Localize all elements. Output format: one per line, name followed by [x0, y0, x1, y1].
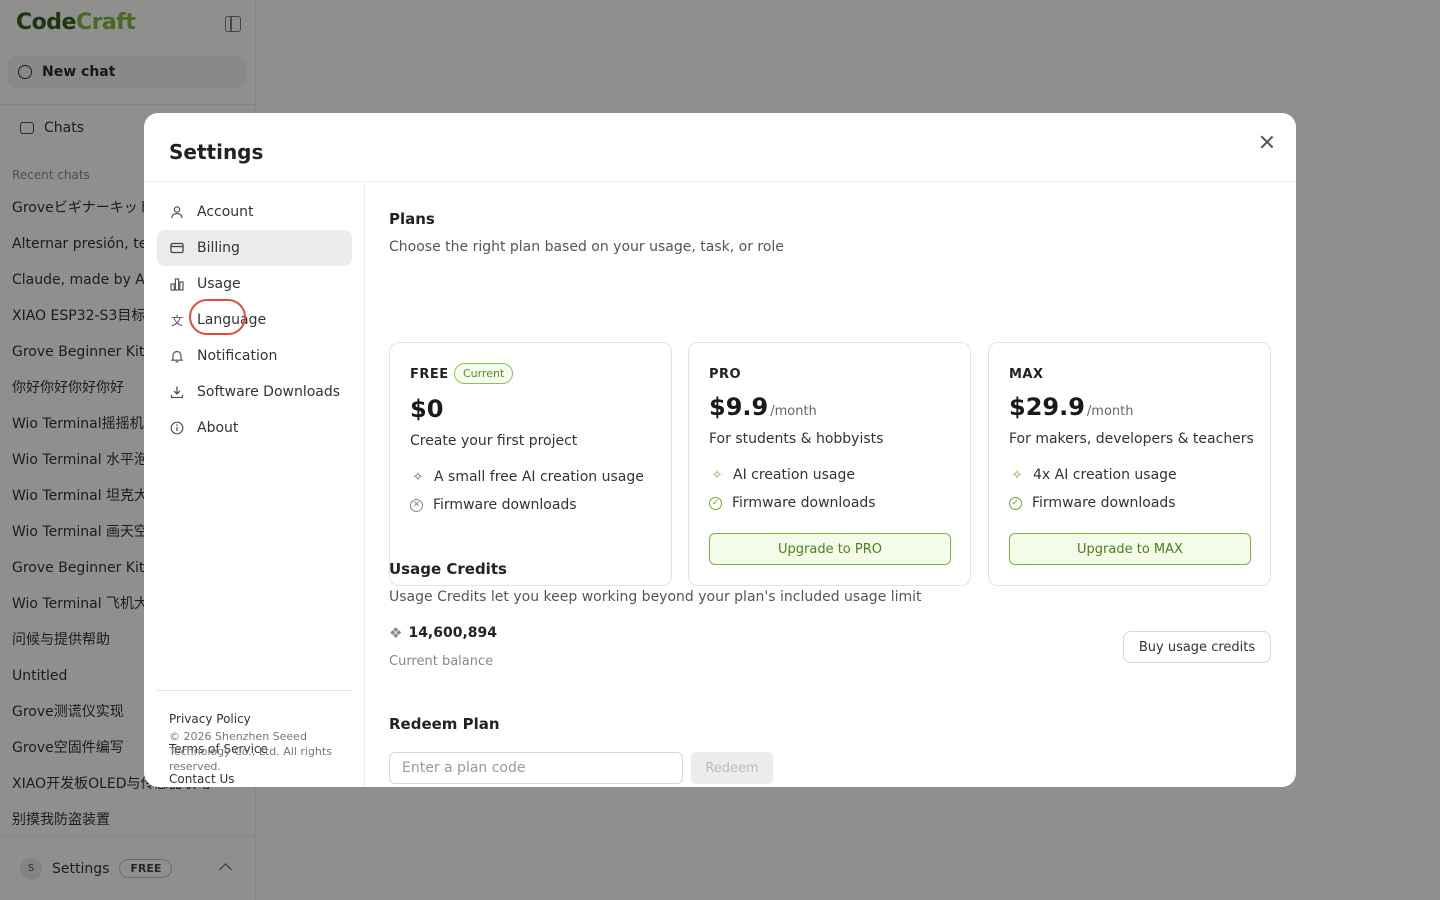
settings-modal: Settings Account Billing Usage 文 Languag… [144, 113, 1296, 787]
download-icon [169, 384, 185, 400]
current-balance-label: Current balance [389, 654, 494, 669]
settings-nav: Account Billing Usage 文 Language Notific… [144, 182, 365, 787]
plan-description: For makers, developers & teachers [1009, 431, 1254, 447]
price-amount: $9.9 [709, 393, 769, 421]
nav-item-label: About [197, 420, 239, 436]
contact-us-link[interactable]: Contact Us [169, 772, 235, 786]
plan-feature: ✧ AI creation usage [709, 467, 855, 483]
price-amount: $29.9 [1009, 393, 1085, 421]
nav-item-account[interactable]: Account [157, 194, 352, 230]
plan-feature: ✕ Firmware downloads [410, 497, 577, 513]
bell-icon [169, 348, 185, 364]
close-icon[interactable] [1258, 133, 1276, 151]
upgrade-to-pro-button[interactable]: Upgrade to PRO [709, 533, 951, 565]
plan-feature: ✧ 4x AI creation usage [1009, 467, 1177, 483]
feature-label: 4x AI creation usage [1033, 467, 1177, 483]
modal-header: Settings [144, 113, 1296, 182]
plan-price: $9.9/month [709, 393, 817, 421]
plan-card-max: MAX $29.9/month For makers, developers &… [988, 342, 1271, 586]
nav-item-usage[interactable]: Usage [157, 266, 352, 302]
nav-item-label: Notification [197, 348, 278, 364]
plan-name: MAX [1009, 367, 1044, 382]
x-circle-icon: ✕ [410, 498, 423, 512]
plan-description: Create your first project [410, 433, 578, 449]
plan-code-input[interactable] [389, 752, 683, 784]
credit-balance: ❖ 14,600,894 [389, 624, 497, 642]
info-icon [169, 420, 185, 436]
buy-usage-credits-button[interactable]: Buy usage credits [1123, 631, 1271, 663]
billing-content: Plans Choose the right plan based on you… [389, 182, 1271, 787]
plan-name: FREE [410, 367, 449, 382]
nav-item-label: Software Downloads [197, 384, 341, 400]
redeem-plan-title: Redeem Plan [389, 715, 500, 733]
usage-credits-subtitle: Usage Credits let you keep working beyon… [389, 589, 922, 605]
nav-item-label: Usage [197, 276, 241, 292]
nav-divider [157, 690, 352, 691]
usage-credits-title: Usage Credits [389, 560, 507, 578]
translate-icon: 文 [170, 313, 183, 328]
plans-title: Plans [389, 210, 435, 228]
sparkle-icon: ✧ [1011, 467, 1023, 483]
card-icon [169, 240, 185, 256]
plan-description: For students & hobbyists [709, 431, 884, 447]
upgrade-to-max-button[interactable]: Upgrade to MAX [1009, 533, 1251, 565]
price-amount: $0 [410, 395, 444, 423]
plan-feature: ✓ Firmware downloads [709, 495, 876, 511]
redeem-button[interactable]: Redeem [691, 752, 773, 784]
feature-label: AI creation usage [733, 467, 856, 483]
feature-label: Firmware downloads [1032, 495, 1176, 511]
plan-feature: ✧ A small free AI creation usage [410, 469, 644, 485]
credit-balance-value: 14,600,894 [408, 625, 498, 641]
plan-card-free: FREE Current $0 Create your first projec… [389, 342, 672, 586]
current-plan-badge: Current [454, 363, 514, 384]
plan-feature: ✓ Firmware downloads [1009, 495, 1176, 511]
feature-label: Firmware downloads [732, 495, 876, 511]
price-period: /month [1086, 404, 1134, 419]
bar-chart-icon [169, 276, 185, 292]
nav-item-about[interactable]: About [157, 410, 352, 446]
nav-item-notification[interactable]: Notification [157, 338, 352, 374]
check-circle-icon: ✓ [709, 496, 722, 510]
nav-item-language[interactable]: 文 Language [157, 302, 352, 338]
sparkle-icon: ✧ [711, 467, 723, 483]
nav-item-label: Account [197, 204, 254, 220]
highlight-circle [189, 299, 246, 335]
feature-label: Firmware downloads [433, 497, 577, 513]
feature-label: A small free AI creation usage [434, 469, 644, 485]
copyright-text: © 2026 Shenzhen Seeed Technology Co., Lt… [169, 730, 332, 773]
plan-price: $29.9/month [1009, 393, 1134, 421]
privacy-policy-link[interactable]: Privacy Policy [169, 712, 251, 726]
plan-price: $0 [410, 395, 443, 423]
user-icon [169, 204, 185, 220]
check-circle-icon: ✓ [1009, 496, 1022, 510]
plan-name: PRO [709, 367, 742, 382]
modal-title: Settings [169, 140, 264, 164]
price-period: /month [770, 404, 817, 419]
nav-item-software-downloads[interactable]: Software Downloads [157, 374, 352, 410]
sparkle-icon: ✧ [412, 469, 424, 485]
plan-card-pro: PRO $9.9/month For students & hobbyists … [688, 342, 971, 586]
credits-icon: ❖ [389, 624, 403, 642]
plans-subtitle: Choose the right plan based on your usag… [389, 239, 784, 255]
nav-item-billing[interactable]: Billing [157, 230, 352, 266]
nav-item-label: Billing [197, 240, 240, 256]
